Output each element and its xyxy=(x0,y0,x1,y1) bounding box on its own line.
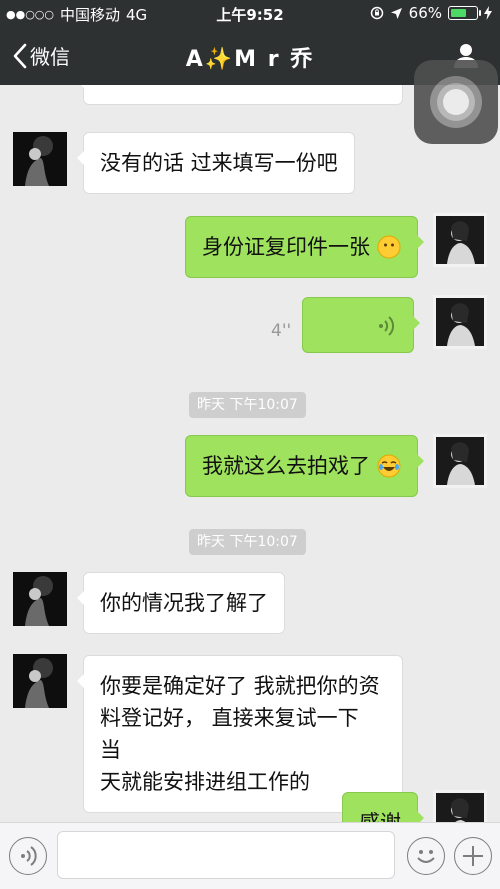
message-text: 我就这么去拍戏了 xyxy=(202,454,370,478)
voice-icon xyxy=(21,846,37,866)
contact-avatar[interactable] xyxy=(13,654,67,708)
message-bubble-incoming[interactable]: 没有的话 过来填写一份吧 xyxy=(77,132,355,194)
rotation-lock-icon xyxy=(370,6,383,20)
timestamp: 昨天 下午10:07 xyxy=(189,529,306,555)
message-bubble-outgoing[interactable]: 感谢 xyxy=(342,792,424,822)
message-text: 没有的话 过来填写一份吧 xyxy=(100,151,338,175)
message-bubble-incoming[interactable]: 你的情况我了解了 xyxy=(77,572,285,634)
chat-area[interactable]: 没有的话 过来填写一份吧 身份证复印件一张 4'' 昨天 下午10:07 我就这… xyxy=(0,85,500,822)
input-bar xyxy=(0,822,500,889)
charging-icon xyxy=(484,6,492,20)
message-bubble-incoming[interactable] xyxy=(77,85,403,105)
contact-avatar[interactable] xyxy=(13,572,67,626)
more-button[interactable] xyxy=(454,837,492,875)
battery-icon xyxy=(448,6,481,20)
emoji-button[interactable] xyxy=(407,837,445,875)
message-input[interactable] xyxy=(57,831,395,879)
my-avatar[interactable] xyxy=(433,434,487,488)
voice-message-bubble[interactable] xyxy=(302,297,420,353)
message-bubble-outgoing[interactable]: 我就这么去拍戏了 xyxy=(185,435,424,497)
timestamp: 昨天 下午10:07 xyxy=(189,392,306,418)
message-line: 料登记好， 直接来复试一下 当 xyxy=(100,706,359,762)
message-bubble-outgoing[interactable]: 身份证复印件一张 xyxy=(185,216,424,278)
contact-avatar[interactable] xyxy=(13,132,67,186)
plus-icon xyxy=(463,846,483,866)
neutral-face-emoji xyxy=(377,235,401,259)
voice-input-button[interactable] xyxy=(9,837,47,875)
tears-of-joy-emoji xyxy=(377,454,401,478)
my-avatar[interactable] xyxy=(433,295,487,349)
my-avatar[interactable] xyxy=(433,213,487,267)
message-bubble-incoming[interactable]: 你要是确定好了 我就把你的资 料登记好， 直接来复试一下 当 天就能安排进组工作… xyxy=(77,655,403,813)
emoji-icon xyxy=(417,850,435,863)
location-icon xyxy=(390,7,402,19)
battery-percent: 66% xyxy=(408,4,442,22)
voice-duration: 4'' xyxy=(271,321,292,341)
status-bar: ●●○○○ 中国移动 4G 上午9:52 66% xyxy=(0,0,500,27)
voice-wave-icon xyxy=(379,316,395,336)
message-text: 你的情况我了解了 xyxy=(100,591,268,615)
message-text: 身份证复印件一张 xyxy=(202,235,370,259)
assistive-touch-button[interactable] xyxy=(414,60,498,144)
my-avatar[interactable] xyxy=(433,790,487,822)
message-line: 你要是确定好了 我就把你的资 xyxy=(100,674,380,698)
message-text: 感谢 xyxy=(359,811,401,822)
